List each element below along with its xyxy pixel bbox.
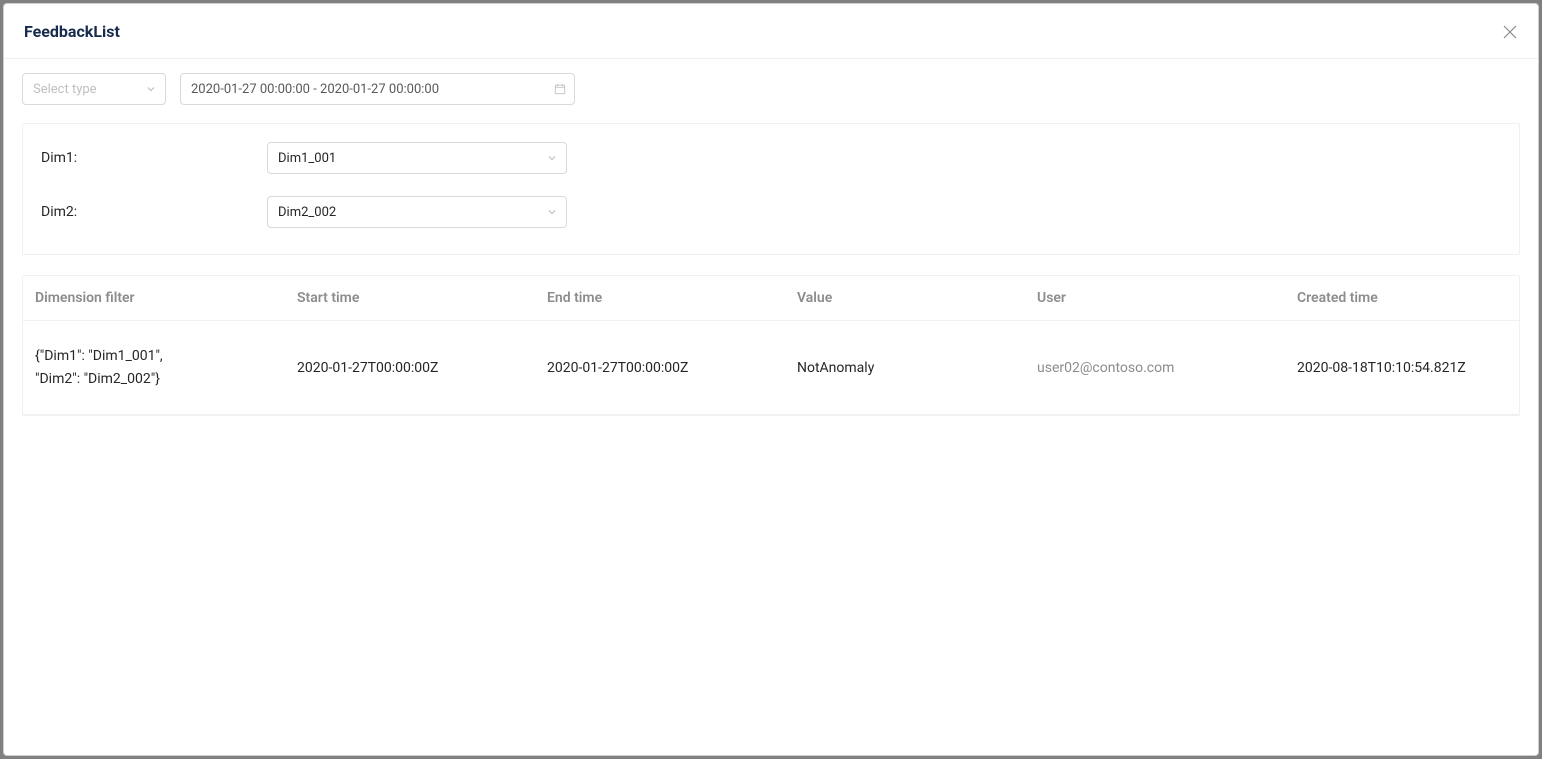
td-end-time: 2020-01-27T00:00:00Z bbox=[535, 342, 785, 394]
td-created-time: 2020-08-18T10:10:54.821Z bbox=[1285, 342, 1519, 394]
type-select[interactable]: Select type bbox=[22, 73, 166, 105]
dim2-label: Dim2: bbox=[41, 204, 267, 220]
th-start-time: Start time bbox=[285, 276, 535, 320]
calendar-icon bbox=[554, 83, 566, 95]
close-button[interactable] bbox=[1496, 18, 1524, 46]
chevron-down-icon bbox=[546, 206, 558, 218]
dim1-select-value: Dim1_001 bbox=[278, 151, 336, 166]
dim2-select-value: Dim2_002 bbox=[278, 205, 336, 220]
dim1-select[interactable]: Dim1_001 bbox=[267, 142, 567, 174]
chevron-down-icon bbox=[546, 152, 558, 164]
dimension-filters-panel: Dim1: Dim1_001 Dim2: Dim2_002 bbox=[22, 123, 1520, 255]
dim2-filter-row: Dim2: Dim2_002 bbox=[41, 196, 1501, 228]
dim2-select[interactable]: Dim2_002 bbox=[267, 196, 567, 228]
dim1-label: Dim1: bbox=[41, 150, 267, 166]
feedback-table: Dimension filter Start time End time Val… bbox=[22, 275, 1520, 416]
top-controls: Select type 2020-01-27 00:00:00 - 2020-0… bbox=[22, 73, 1520, 105]
modal-title: FeedbackList bbox=[24, 22, 120, 41]
close-icon bbox=[1503, 25, 1517, 39]
th-value: Value bbox=[785, 276, 1025, 320]
chevron-down-icon bbox=[145, 83, 157, 95]
th-end-time: End time bbox=[535, 276, 785, 320]
td-value: NotAnomaly bbox=[785, 342, 1025, 394]
type-select-placeholder: Select type bbox=[33, 82, 97, 97]
th-created-time: Created time bbox=[1285, 276, 1519, 320]
date-range-picker[interactable]: 2020-01-27 00:00:00 - 2020-01-27 00:00:0… bbox=[180, 73, 575, 105]
td-dimension-filter: {"Dim1": "Dim1_001", "Dim2": "Dim2_002"} bbox=[23, 327, 285, 408]
date-range-value: 2020-01-27 00:00:00 - 2020-01-27 00:00:0… bbox=[191, 82, 439, 97]
td-start-time: 2020-01-27T00:00:00Z bbox=[285, 342, 535, 394]
th-dimension-filter: Dimension filter bbox=[23, 276, 285, 320]
td-user: user02@contoso.com bbox=[1025, 342, 1285, 394]
th-user: User bbox=[1025, 276, 1285, 320]
feedbacklist-modal: FeedbackList Select type 2020-01-27 00:0… bbox=[3, 3, 1539, 756]
table-header: Dimension filter Start time End time Val… bbox=[23, 276, 1519, 321]
modal-body: Select type 2020-01-27 00:00:00 - 2020-0… bbox=[4, 59, 1538, 755]
table-row: {"Dim1": "Dim1_001", "Dim2": "Dim2_002"}… bbox=[23, 321, 1519, 415]
dim1-filter-row: Dim1: Dim1_001 bbox=[41, 142, 1501, 174]
modal-header: FeedbackList bbox=[4, 4, 1538, 59]
